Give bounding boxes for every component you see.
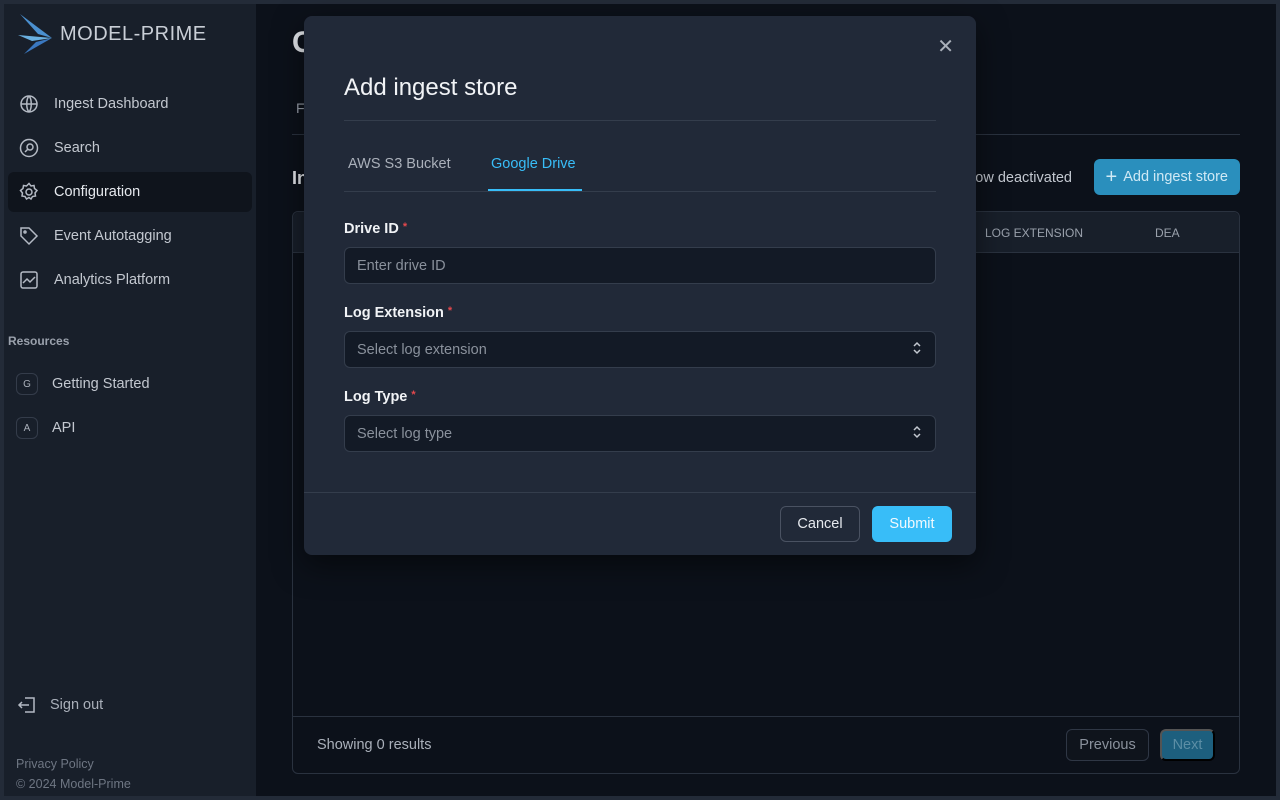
select-placeholder: Select log type — [357, 425, 453, 442]
label-text: Log Extension — [344, 305, 444, 321]
close-icon[interactable]: ✕ — [937, 34, 954, 59]
divider — [344, 191, 936, 192]
log-type-label: Log Type * — [344, 389, 416, 405]
sidebar-item-label: Event Autotagging — [54, 228, 172, 244]
sidebar-item-ingest-dashboard[interactable]: Ingest Dashboard — [8, 84, 252, 124]
sidebar-item-event-autotagging[interactable]: Event Autotagging — [8, 216, 252, 256]
log-extension-label: Log Extension * — [344, 305, 452, 321]
sidebar-item-api[interactable]: A API — [8, 408, 252, 448]
add-ingest-store-dialog: ✕ Add ingest store AWS S3 Bucket Google … — [304, 16, 976, 555]
sidebar-item-label: Search — [54, 140, 100, 156]
results-count: Showing 0 results — [317, 737, 432, 753]
plus-icon: + — [1105, 165, 1118, 188]
copyright: © 2024 Model-Prime — [16, 777, 131, 791]
sidebar-item-configuration[interactable]: Configuration — [8, 172, 252, 212]
required-marker: * — [402, 221, 408, 233]
next-button[interactable]: Next — [1160, 729, 1215, 761]
chevron-up-down-icon — [911, 425, 923, 443]
gear-icon — [18, 181, 40, 203]
label-text: Log Type — [344, 389, 408, 405]
logo[interactable]: MODEL-PRIME — [18, 14, 207, 54]
drive-id-label: Drive ID * — [344, 221, 407, 237]
logo-icon — [18, 14, 52, 54]
add-button-label: Add ingest store — [1123, 169, 1228, 185]
previous-button[interactable]: Previous — [1066, 729, 1149, 761]
dialog-title: Add ingest store — [344, 74, 518, 101]
required-marker: * — [447, 305, 453, 317]
sidebar-item-label: API — [52, 420, 76, 436]
sidebar-item-analytics-platform[interactable]: Analytics Platform — [8, 260, 252, 300]
tab-google-drive[interactable]: Google Drive — [491, 156, 576, 172]
sidebar-item-label: Getting Started — [52, 376, 150, 392]
globe-download-icon — [18, 93, 40, 115]
privacy-policy-link[interactable]: Privacy Policy — [16, 757, 94, 771]
submit-button[interactable]: Submit — [872, 506, 952, 542]
column-header: DEA — [1155, 226, 1180, 240]
tab-aws-s3-bucket[interactable]: AWS S3 Bucket — [348, 156, 451, 172]
label-text: Drive ID — [344, 221, 399, 237]
divider — [344, 120, 936, 121]
chevron-up-down-icon — [911, 341, 923, 359]
sidebar-item-label: Configuration — [54, 184, 141, 200]
drive-id-input[interactable] — [357, 257, 923, 274]
divider — [304, 492, 976, 493]
letter-icon: A — [16, 417, 38, 439]
select-placeholder: Select log extension — [357, 341, 487, 358]
letter-icon: G — [16, 373, 38, 395]
log-extension-select[interactable]: Select log extension — [344, 331, 936, 368]
sign-out-icon — [16, 694, 38, 716]
active-tab-indicator — [488, 189, 582, 191]
add-ingest-store-button[interactable]: + Add ingest store — [1093, 159, 1240, 195]
log-type-select[interactable]: Select log type — [344, 415, 936, 452]
sidebar-item-label: Analytics Platform — [54, 272, 171, 288]
chart-icon — [18, 269, 40, 291]
sidebar-item-label: Ingest Dashboard — [54, 96, 169, 112]
tag-icon — [18, 225, 40, 247]
brand-name: MODEL-PRIME — [60, 22, 207, 45]
sidebar-item-search[interactable]: Search — [8, 128, 252, 168]
column-header: LOG EXTENSION — [985, 226, 1084, 240]
search-icon — [18, 137, 40, 159]
sidebar: MODEL-PRIME Ingest Dashboard Search Conf… — [4, 4, 256, 796]
show-deactivated-toggle[interactable]: ow deactivated — [975, 170, 1072, 186]
cancel-button[interactable]: Cancel — [780, 506, 860, 542]
resources-heading: Resources — [8, 334, 70, 348]
required-marker: * — [411, 389, 416, 401]
sign-out-button[interactable]: Sign out — [16, 694, 103, 716]
sign-out-label: Sign out — [50, 697, 104, 713]
drive-id-field[interactable] — [344, 247, 936, 284]
sidebar-item-getting-started[interactable]: G Getting Started — [8, 364, 252, 404]
